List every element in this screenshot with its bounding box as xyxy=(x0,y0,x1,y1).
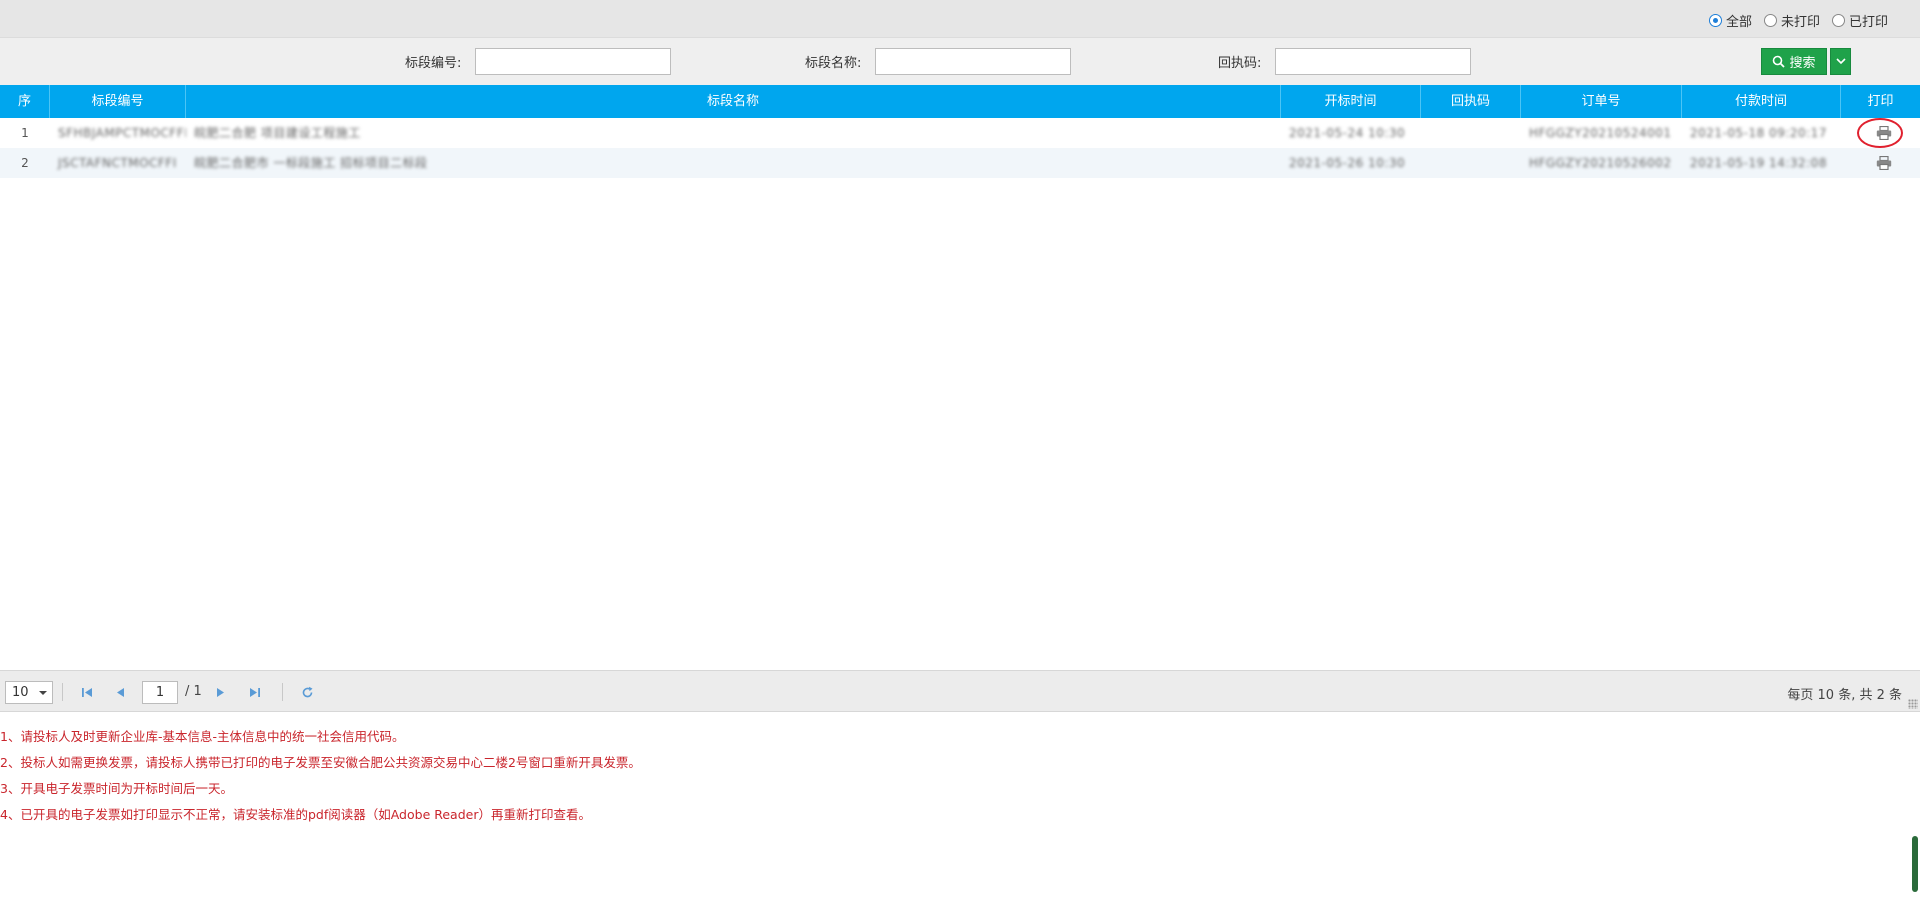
row-section-code: SFHBJAMPCTMOCFFI xyxy=(58,126,186,140)
next-page-icon[interactable] xyxy=(213,684,229,700)
radio-all-label: 全部 xyxy=(1725,15,1752,30)
chevron-down-icon xyxy=(1835,58,1846,65)
section-name-field: 标段名称: xyxy=(805,48,1072,75)
row-print-cell xyxy=(1841,148,1920,178)
page-size-value: 10 xyxy=(12,685,29,700)
page-total: / 1 xyxy=(185,684,202,699)
row-index: 1 xyxy=(21,126,29,140)
pager-divider xyxy=(282,683,283,701)
column-header-open-time[interactable]: 开标时间 xyxy=(1281,85,1421,118)
radio-printed-indicator[interactable] xyxy=(1831,14,1845,27)
receipt-code-field: 回执码: xyxy=(1218,48,1472,75)
row-receipt-code xyxy=(1421,118,1521,148)
row-index: 2 xyxy=(21,156,29,170)
table-row[interactable]: 2 JSCTAFNCTMOCFFI 皖肥二合肥市 一标段施工 招标项目二标段 2… xyxy=(0,148,1920,178)
notice-item: 2、投标人如需更换发票，请投标人携带已打印的电子发票至安徽合肥公共资源交易中心二… xyxy=(0,755,641,770)
radio-unprinted[interactable]: 未打印 xyxy=(1763,11,1820,30)
column-header-section-code[interactable]: 标段编号 xyxy=(50,85,186,118)
column-header-receipt-code[interactable]: 回执码 xyxy=(1421,85,1521,118)
section-name-input[interactable] xyxy=(875,48,1072,75)
first-page-icon[interactable] xyxy=(79,684,95,700)
section-name-label: 标段名称: xyxy=(805,56,862,71)
page-info: 每页 10 条, 共 2 条 xyxy=(1787,688,1902,703)
search-button[interactable]: 搜索 xyxy=(1761,48,1827,75)
radio-unprinted-indicator[interactable] xyxy=(1763,14,1777,27)
page-number-input[interactable]: 1 xyxy=(142,681,178,704)
radio-printed[interactable]: 已打印 xyxy=(1831,11,1888,30)
resize-grip[interactable] xyxy=(1908,699,1918,709)
row-receipt-code xyxy=(1421,148,1521,178)
row-pay-time: 2021-05-18 09:20:17 xyxy=(1690,126,1827,140)
prev-page-icon[interactable] xyxy=(112,684,128,700)
section-code-input[interactable] xyxy=(475,48,672,75)
column-header-order-number[interactable]: 订单号 xyxy=(1521,85,1682,118)
search-icon xyxy=(1773,55,1786,68)
table-body: 1 SFHBJAMPCTMOCFFI 皖肥二合肥 项目建设工程施工 2021-0… xyxy=(0,118,1920,178)
vertical-scrollbar-thumb[interactable] xyxy=(1912,836,1918,892)
pagination-bar: 10 1 / 1 每页 10 条, 共 2 条 xyxy=(0,670,1920,712)
radio-unprinted-label: 未打印 xyxy=(1780,15,1820,30)
section-code-label: 标段编号: xyxy=(405,56,462,71)
column-header-print: 打印 xyxy=(1867,94,1894,109)
notice-item: 3、开具电子发票时间为开标时间后一天。 xyxy=(0,781,233,796)
column-header-index[interactable]: 序 xyxy=(0,85,50,118)
section-code-field: 标段编号: xyxy=(405,48,672,75)
radio-printed-label: 已打印 xyxy=(1848,15,1888,30)
printer-icon[interactable] xyxy=(1876,156,1894,170)
app-root: 全部 未打印 已打印 标段编号: 标段名称: 回执码: 搜索 序 标段编号 标段… xyxy=(0,0,1920,922)
radio-all-indicator[interactable] xyxy=(1708,14,1722,27)
row-order-number: HFGGZY20210524001 xyxy=(1529,126,1672,140)
refresh-icon[interactable] xyxy=(299,684,315,700)
receipt-code-label: 回执码: xyxy=(1218,56,1262,71)
radio-all[interactable]: 全部 xyxy=(1708,11,1752,30)
notice-item: 1、请投标人及时更新企业库-基本信息-主体信息中的统一社会信用代码。 xyxy=(0,729,405,744)
row-section-code: JSCTAFNCTMOCFFI xyxy=(58,156,177,170)
row-section-name: 皖肥二合肥 项目建设工程施工 xyxy=(194,126,361,140)
column-header-section-name[interactable]: 标段名称 xyxy=(186,85,1281,118)
pager-divider xyxy=(62,683,63,701)
column-header-pay-time[interactable]: 付款时间 xyxy=(1682,85,1841,118)
row-section-name: 皖肥二合肥市 一标段施工 招标项目二标段 xyxy=(194,156,428,170)
notice-list: 1、请投标人及时更新企业库-基本信息-主体信息中的统一社会信用代码。 2、投标人… xyxy=(0,724,641,828)
print-status-radio-group: 全部 未打印 已打印 xyxy=(1708,11,1888,30)
annotation-circle xyxy=(1857,118,1903,148)
row-open-time: 2021-05-24 10:30 xyxy=(1289,126,1406,140)
caret-down-icon xyxy=(39,691,47,695)
receipt-code-input[interactable] xyxy=(1275,48,1472,75)
row-open-time: 2021-05-26 10:30 xyxy=(1289,156,1406,170)
row-pay-time: 2021-05-19 14:32:08 xyxy=(1690,156,1827,170)
filter-strip: 全部 未打印 已打印 xyxy=(0,0,1920,37)
last-page-icon[interactable] xyxy=(247,684,263,700)
row-order-number: HFGGZY20210526002 xyxy=(1529,156,1672,170)
table-row[interactable]: 1 SFHBJAMPCTMOCFFI 皖肥二合肥 项目建设工程施工 2021-0… xyxy=(0,118,1920,148)
search-strip: 标段编号: 标段名称: 回执码: 搜索 xyxy=(0,37,1920,85)
search-options-dropdown[interactable] xyxy=(1830,48,1851,75)
notice-item: 4、已开具的电子发票如打印显示不正常，请安装标准的pdf阅读器（如Adobe R… xyxy=(0,807,591,822)
table-header: 序 标段编号 标段名称 开标时间 回执码 订单号 付款时间 打印 xyxy=(0,85,1920,118)
search-button-label: 搜索 xyxy=(1789,56,1816,71)
page-size-select[interactable]: 10 xyxy=(5,681,53,704)
